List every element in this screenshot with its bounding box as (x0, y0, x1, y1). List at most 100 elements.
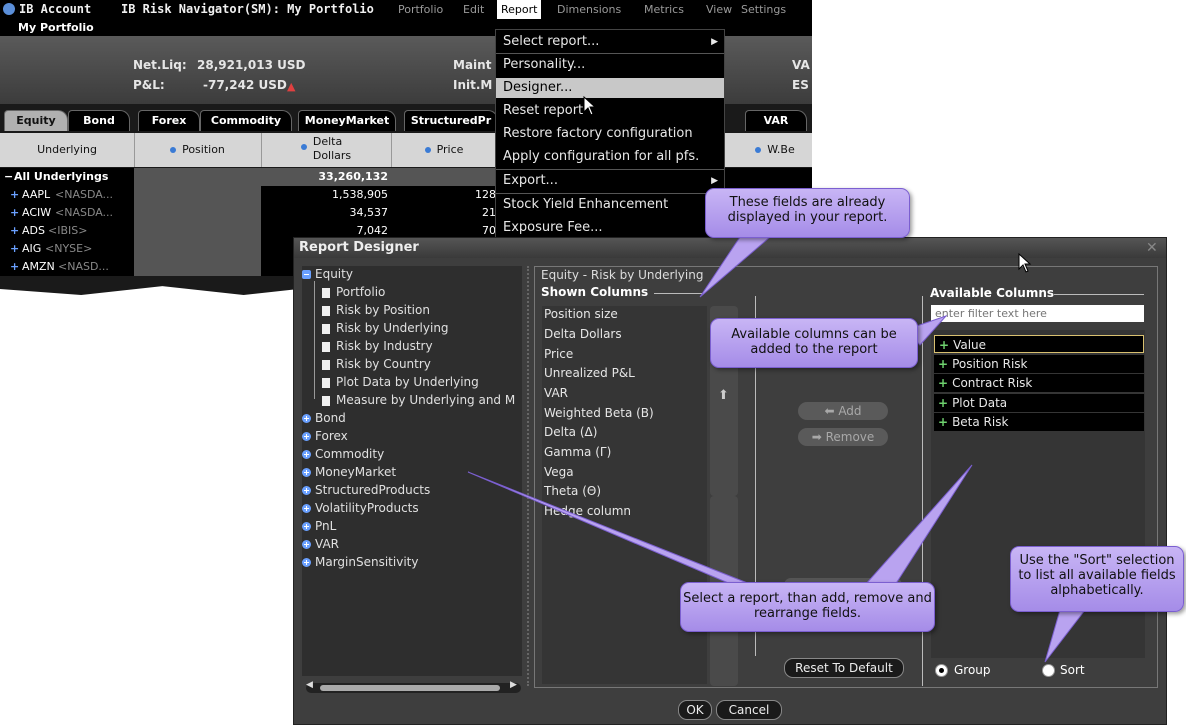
menu-portfolio[interactable]: Portfolio (398, 3, 443, 16)
row-exchange: <NASDA... (55, 188, 114, 201)
pnl-label: P&L: (133, 78, 165, 92)
menu-item-reset-report[interactable]: Reset report (496, 101, 724, 121)
scrollbar-thumb[interactable] (320, 685, 500, 691)
expand-icon[interactable]: + (10, 260, 19, 273)
callout-select-report: Select a report, than add, remove and re… (680, 582, 935, 632)
col-delta-dollars[interactable]: Delta Dollars (261, 133, 392, 167)
menu-item-exposure-fee[interactable]: Exposure Fee... (496, 218, 724, 238)
tree-label: VolatilityProducts (315, 501, 419, 515)
shown-column-item[interactable]: Weighted Beta (B) (544, 406, 654, 420)
tab-bond[interactable]: Bond (68, 110, 130, 131)
tab-equity[interactable]: Equity (4, 110, 68, 131)
expand-icon[interactable]: + (10, 242, 19, 255)
tree-item-commodity[interactable]: Commodity (302, 447, 384, 461)
menu-dimensions[interactable]: Dimensions (557, 3, 621, 16)
menu-edit[interactable]: Edit (463, 3, 484, 16)
move-up-icon[interactable]: ⬆ (718, 388, 729, 403)
row-exchange: <NYSE> (45, 242, 93, 255)
menu-item-label: Apply configuration for all pfs. (503, 149, 700, 164)
menu-metrics[interactable]: Metrics (644, 3, 684, 16)
col-position[interactable]: Position (134, 133, 262, 167)
callout-sort-hint: Use the "Sort" selection to list all ava… (1010, 546, 1184, 612)
expand-icon[interactable] (302, 414, 311, 423)
shown-column-item[interactable]: Price (544, 347, 573, 361)
shown-column-item[interactable]: Delta Dollars (544, 327, 622, 341)
menu-item-personality[interactable]: Personality... (496, 55, 724, 75)
tree-item-structuredproducts[interactable]: StructuredProducts (302, 483, 430, 497)
menu-item-stock-yield[interactable]: Stock Yield Enhancement (496, 195, 724, 215)
cancel-button[interactable]: Cancel (716, 700, 782, 720)
close-icon[interactable]: ✕ (1146, 240, 1158, 256)
col-wbeta[interactable]: W.Be (738, 133, 812, 167)
tab-moneymarket[interactable]: MoneyMarket (298, 110, 396, 131)
ok-button[interactable]: OK (678, 700, 712, 720)
tree-item-bond[interactable]: Bond (302, 411, 346, 425)
available-column-plot-data[interactable]: + Plot Data (934, 394, 1144, 412)
collapse-icon[interactable]: − (4, 170, 13, 183)
menu-item-apply-config[interactable]: Apply configuration for all pfs. (496, 147, 724, 167)
expand-icon[interactable] (302, 522, 311, 531)
tree-item-volatilityproducts[interactable]: VolatilityProducts (302, 501, 419, 515)
shown-column-item[interactable]: Unrealized P&L (544, 366, 635, 380)
tree-item-risk-by-industry[interactable]: Risk by Industry (322, 339, 433, 353)
shown-column-item[interactable]: VAR (544, 386, 568, 400)
tree-item-portfolio[interactable]: Portfolio (322, 285, 385, 299)
col-price[interactable]: Price (392, 133, 497, 167)
tab-forex[interactable]: Forex (138, 110, 200, 131)
splitter[interactable] (527, 266, 529, 686)
expand-icon[interactable]: + (10, 206, 19, 219)
tree-item-forex[interactable]: Forex (302, 429, 348, 443)
scroll-left-icon[interactable]: ◀ (306, 680, 313, 690)
menu-settings[interactable]: Settings (741, 3, 786, 16)
tree-item-risk-by-country[interactable]: Risk by Country (322, 357, 431, 371)
tree-item-measure[interactable]: Measure by Underlying and M (322, 393, 515, 407)
expand-icon[interactable]: + (10, 224, 19, 237)
tree-item-risk-by-position[interactable]: Risk by Position (322, 303, 430, 317)
reset-to-default-button[interactable]: Reset To Default (784, 658, 904, 678)
menu-item-select-report[interactable]: Select report... ▶ (496, 32, 724, 52)
tree-item-marginsensitivity[interactable]: MarginSensitivity (302, 555, 418, 569)
tree-item-risk-by-underlying[interactable]: Risk by Underlying (322, 321, 449, 335)
menu-item-restore-factory[interactable]: Restore factory configuration (496, 124, 724, 144)
expand-icon[interactable] (302, 558, 311, 567)
tab-structured[interactable]: StructuredPr (404, 110, 498, 131)
expand-icon[interactable]: + (10, 188, 19, 201)
shown-column-item[interactable]: Vega (544, 465, 574, 479)
available-column-contract-risk[interactable]: + Contract Risk (934, 374, 1144, 392)
callout-available-columns: Available columns can be added to the re… (710, 318, 918, 368)
scroll-right-icon[interactable]: ▶ (510, 680, 517, 690)
tab-var[interactable]: VAR (745, 110, 807, 131)
expand-icon[interactable] (302, 486, 311, 495)
sort-radio[interactable] (1042, 664, 1055, 677)
shown-column-item[interactable]: Gamma (Γ) (544, 445, 611, 459)
menu-item-export[interactable]: Export... ▶ (496, 171, 724, 191)
shown-column-item[interactable]: Position size (544, 307, 618, 321)
menu-view[interactable]: View (706, 3, 732, 16)
shown-column-item[interactable]: Theta (Θ) (544, 484, 601, 498)
tree-item-equity[interactable]: Equity (302, 267, 353, 281)
menu-item-label: Reset report (503, 103, 584, 118)
available-column-position-risk[interactable]: + Position Risk (934, 355, 1144, 373)
filter-input[interactable] (931, 305, 1144, 322)
available-column-beta-risk[interactable]: + Beta Risk (934, 413, 1144, 431)
expand-icon[interactable] (302, 540, 311, 549)
shown-column-item[interactable]: Hedge column (544, 504, 631, 518)
expand-icon[interactable] (302, 450, 311, 459)
remove-button[interactable]: ➡ Remove (798, 428, 888, 446)
tree-item-var[interactable]: VAR (302, 537, 339, 551)
expand-icon[interactable] (302, 504, 311, 513)
menu-item-designer[interactable]: Designer... (496, 78, 724, 98)
shown-column-item[interactable]: Delta (Δ) (544, 425, 597, 439)
add-button[interactable]: ⬅ Add (798, 402, 888, 420)
tree-item-moneymarket[interactable]: MoneyMarket (302, 465, 396, 479)
tab-commodity[interactable]: Commodity (200, 110, 292, 131)
collapse-icon[interactable] (302, 270, 311, 279)
expand-icon[interactable] (302, 468, 311, 477)
tree-item-plot-data[interactable]: Plot Data by Underlying (322, 375, 479, 389)
menu-report[interactable]: Report (497, 0, 542, 19)
tree-item-pnl[interactable]: PnL (302, 519, 336, 533)
col-underlying[interactable]: Underlying (0, 133, 135, 167)
available-column-value[interactable]: + Value (934, 335, 1144, 353)
expand-icon[interactable] (302, 432, 311, 441)
group-radio[interactable] (935, 664, 948, 677)
